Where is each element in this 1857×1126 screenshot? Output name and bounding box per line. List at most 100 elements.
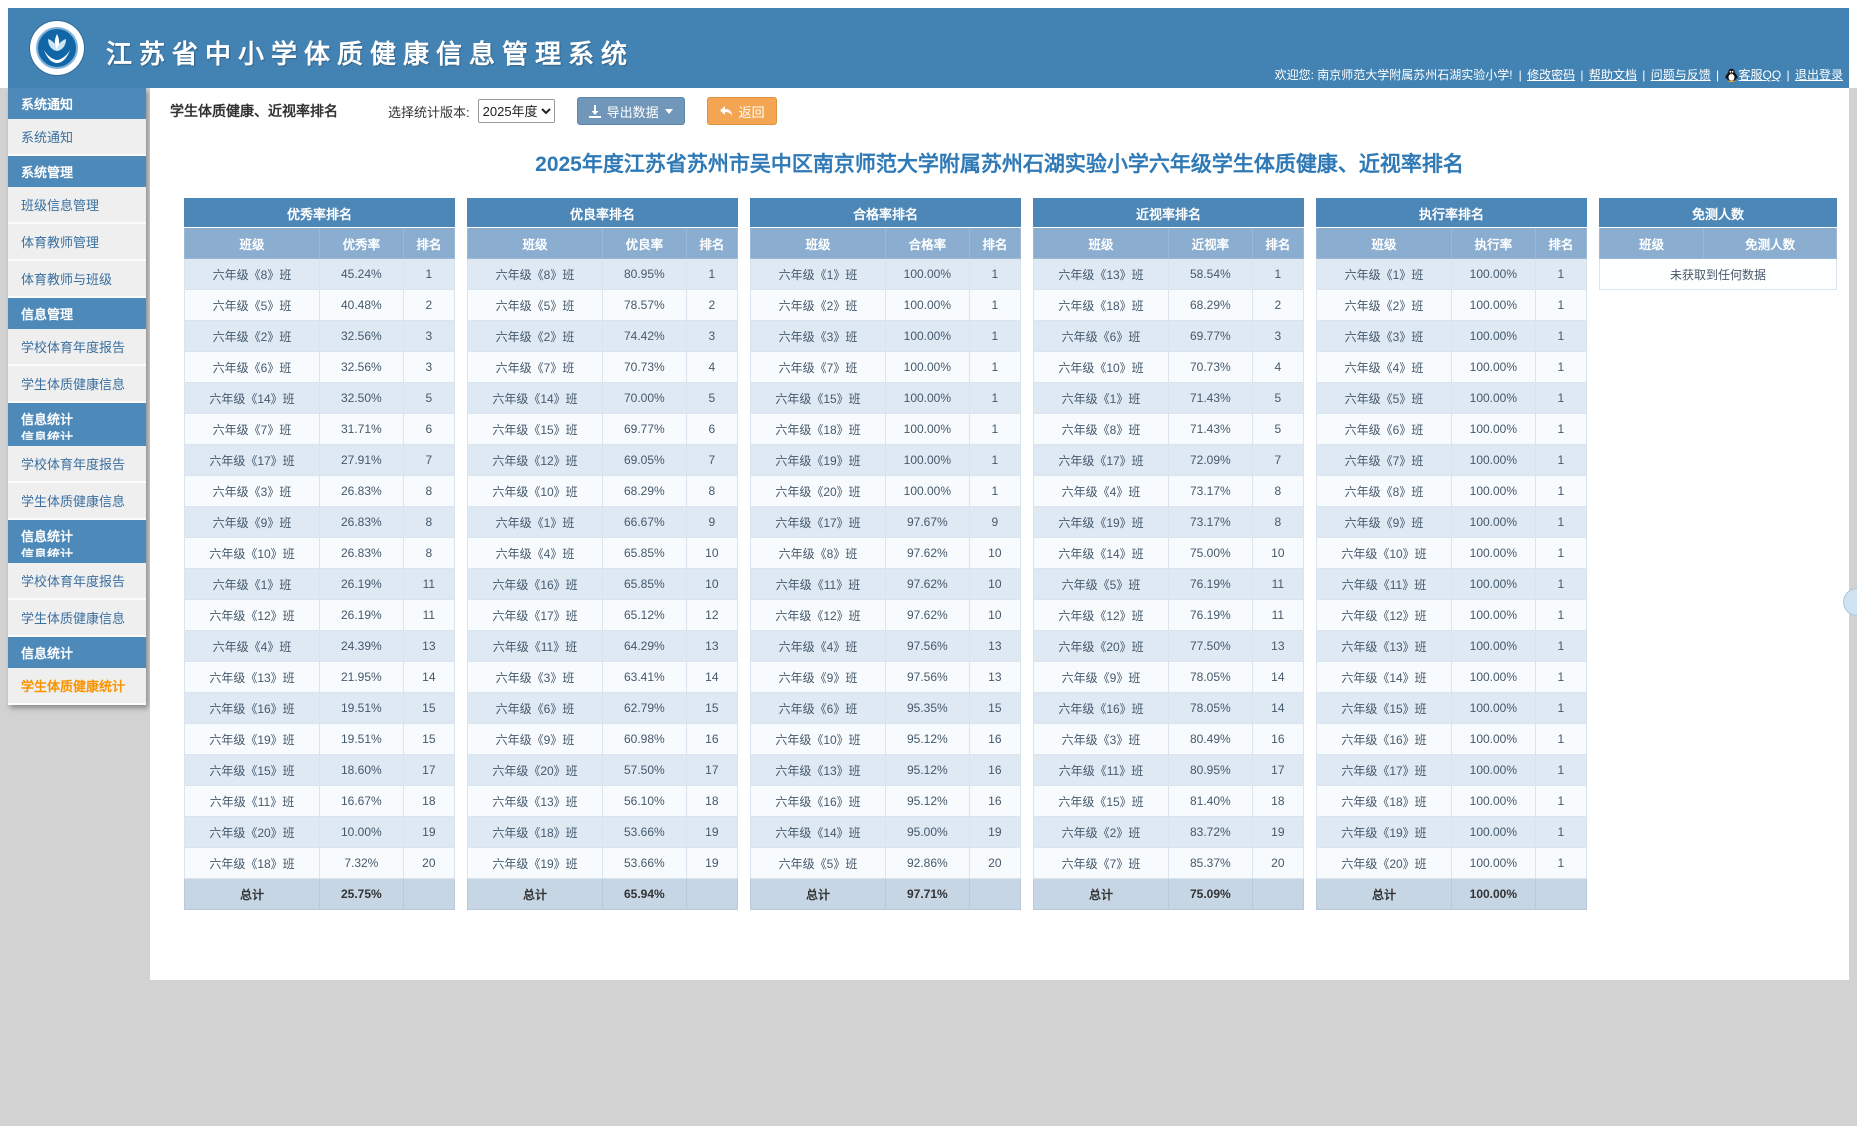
sidebar-item-学校体育年度报告[interactable]: 学校体育年度报告 bbox=[8, 446, 146, 483]
table-cell: 六年级《4》班 bbox=[1034, 476, 1169, 507]
table-row: 六年级《13》班56.10%18 bbox=[468, 786, 738, 817]
sidebar-item-学生体质健康信息[interactable]: 学生体质健康信息 bbox=[8, 483, 146, 520]
table-header-row: 班级近视率排名 bbox=[1034, 228, 1304, 259]
table-cell: 19 bbox=[1252, 817, 1303, 848]
sidebar-item-学校体育年度报告[interactable]: 学校体育年度报告 bbox=[8, 329, 146, 366]
table-cell: 六年级《18》班 bbox=[751, 414, 886, 445]
table-cell: 1 bbox=[969, 352, 1020, 383]
table-cell: 1 bbox=[1535, 259, 1586, 290]
table-cell: 16 bbox=[686, 724, 737, 755]
table-title: 免测人数 bbox=[1600, 199, 1837, 228]
table-cell: 1 bbox=[969, 290, 1020, 321]
sidebar-item-班级信息管理[interactable]: 班级信息管理 bbox=[8, 187, 146, 224]
table-row: 六年级《3》班63.41%14 bbox=[468, 662, 738, 693]
table-cell: 六年级《13》班 bbox=[751, 755, 886, 786]
back-button[interactable]: 返回 bbox=[707, 97, 777, 125]
header-link-退出登录[interactable]: 退出登录 bbox=[1795, 68, 1843, 82]
table-row: 六年级《12》班76.19%11 bbox=[1034, 600, 1304, 631]
page-top: 江苏省中小学体质健康信息管理系统 欢迎您: 南京师范大学附属苏州石湖实验小学! … bbox=[0, 0, 1857, 88]
table-section-row: 执行率排名 bbox=[1317, 199, 1587, 228]
table-cell: 13 bbox=[969, 631, 1020, 662]
table-cell: 100.00% bbox=[1452, 848, 1536, 879]
sidebar-label: 学校体育年度报告 bbox=[21, 574, 125, 589]
sidebar-item-体育教师管理[interactable]: 体育教师管理 bbox=[8, 224, 146, 261]
table-section-row: 近视率排名 bbox=[1034, 199, 1304, 228]
table-cell: 8 bbox=[403, 538, 454, 569]
table-section-row: 优秀率排名 bbox=[185, 199, 455, 228]
table-row: 六年级《6》班62.79%15 bbox=[468, 693, 738, 724]
table-cell: 六年级《13》班 bbox=[185, 662, 320, 693]
sidebar-section-header[interactable]: 信息统计 bbox=[8, 637, 146, 668]
table-row: 六年级《13》班95.12%16 bbox=[751, 755, 1021, 786]
table-row: 六年级《6》班95.35%15 bbox=[751, 693, 1021, 724]
export-data-button[interactable]: 导出数据 bbox=[577, 97, 685, 125]
table-row: 六年级《16》班19.51%15 bbox=[185, 693, 455, 724]
total-empty-cell bbox=[1252, 879, 1303, 910]
column-header: 班级 bbox=[468, 228, 603, 259]
sidebar-item-系统通知[interactable]: 系统通知 bbox=[8, 119, 146, 156]
table-cell: 15 bbox=[403, 693, 454, 724]
table-cell: 六年级《1》班 bbox=[1034, 383, 1169, 414]
table-row: 六年级《10》班70.73%4 bbox=[1034, 352, 1304, 383]
table-row: 六年级《20》班10.00%19 bbox=[185, 817, 455, 848]
table-cell: 六年级《11》班 bbox=[468, 631, 603, 662]
table-cell: 六年级《16》班 bbox=[751, 786, 886, 817]
table-cell: 100.00% bbox=[886, 259, 970, 290]
table-row: 六年级《18》班7.32%20 bbox=[185, 848, 455, 879]
sidebar-section-header[interactable]: 系统通知 bbox=[8, 88, 146, 119]
table-cell: 100.00% bbox=[886, 352, 970, 383]
table-cell: 六年级《14》班 bbox=[751, 817, 886, 848]
header-link-客服QQ[interactable]: 客服QQ bbox=[1725, 68, 1782, 82]
sidebar-section-header[interactable]: 系统管理 bbox=[8, 156, 146, 187]
table-cell: 78.57% bbox=[603, 290, 687, 321]
table-row: 六年级《5》班92.86%20 bbox=[751, 848, 1021, 879]
sidebar-section-header[interactable]: 信息统计信息统计 bbox=[8, 403, 146, 446]
sidebar-item-学校体育年度报告[interactable]: 学校体育年度报告 bbox=[8, 563, 146, 600]
table-cell: 16 bbox=[1252, 724, 1303, 755]
sidebar-item-学生体质健康信息[interactable]: 学生体质健康信息 bbox=[8, 600, 146, 637]
table-cell: 六年级《9》班 bbox=[185, 507, 320, 538]
table-cell: 六年级《15》班 bbox=[468, 414, 603, 445]
table-cell: 14 bbox=[403, 662, 454, 693]
column-header: 优秀率 bbox=[320, 228, 404, 259]
table-cell: 6 bbox=[403, 414, 454, 445]
header-link-修改密码[interactable]: 修改密码 bbox=[1527, 68, 1575, 82]
render-artifact: 信息统计 bbox=[21, 548, 146, 557]
header-link-问题与反馈[interactable]: 问题与反馈 bbox=[1651, 68, 1711, 82]
table-cell: 1 bbox=[1535, 755, 1586, 786]
table-cell: 69.77% bbox=[603, 414, 687, 445]
table-cell: 100.00% bbox=[1452, 786, 1536, 817]
table-row: 六年级《19》班100.00%1 bbox=[751, 445, 1021, 476]
table-cell: 24.39% bbox=[320, 631, 404, 662]
table-row: 六年级《7》班31.71%6 bbox=[185, 414, 455, 445]
table-cell: 六年级《1》班 bbox=[751, 259, 886, 290]
table-row: 六年级《1》班66.67%9 bbox=[468, 507, 738, 538]
sidebar-item-学生体质健康统计[interactable]: 学生体质健康统计 bbox=[8, 668, 146, 705]
sidebar-section-header[interactable]: 信息统计信息统计 bbox=[8, 520, 146, 563]
sidebar-item-学生体质健康信息[interactable]: 学生体质健康信息 bbox=[8, 366, 146, 403]
version-select[interactable]: 2025年度 bbox=[478, 99, 555, 123]
link-separator: | bbox=[1783, 68, 1793, 82]
table-cell: 六年级《20》班 bbox=[185, 817, 320, 848]
column-header: 排名 bbox=[969, 228, 1020, 259]
table-row: 六年级《20》班100.00%1 bbox=[1317, 848, 1587, 879]
sidebar-section-header[interactable]: 信息管理 bbox=[8, 298, 146, 329]
header-link-帮助文档[interactable]: 帮助文档 bbox=[1589, 68, 1637, 82]
table-cell: 六年级《17》班 bbox=[1317, 755, 1452, 786]
table-cell: 六年级《3》班 bbox=[185, 476, 320, 507]
table-cell: 10 bbox=[969, 538, 1020, 569]
table-cell: 六年级《13》班 bbox=[1034, 259, 1169, 290]
table-cell: 69.05% bbox=[603, 445, 687, 476]
table-cell: 1 bbox=[1535, 848, 1586, 879]
table-section-row: 免测人数 bbox=[1600, 199, 1837, 228]
table-title: 合格率排名 bbox=[751, 199, 1021, 228]
table-row: 六年级《9》班60.98%16 bbox=[468, 724, 738, 755]
render-artifact: 信息统计 bbox=[21, 431, 146, 440]
table-cell: 8 bbox=[1252, 476, 1303, 507]
table-cell: 六年级《2》班 bbox=[1317, 290, 1452, 321]
table-row: 六年级《4》班65.85%10 bbox=[468, 538, 738, 569]
page-heading: 学生体质健康、近视率排名 bbox=[170, 101, 338, 121]
sidebar-item-体育教师与班级[interactable]: 体育教师与班级 bbox=[8, 261, 146, 298]
table-cell: 27.91% bbox=[320, 445, 404, 476]
table-cell: 21.95% bbox=[320, 662, 404, 693]
